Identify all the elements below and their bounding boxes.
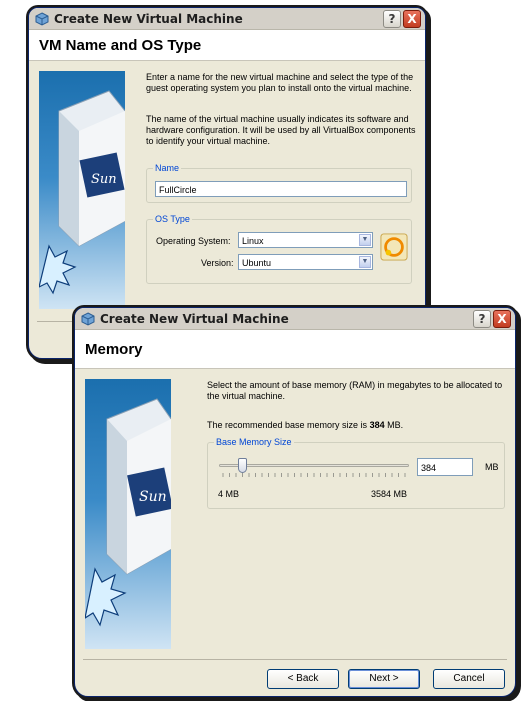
version-combobox[interactable]: Ubuntu ▼ [238, 254, 373, 270]
slider-max-label: 3584 MB [371, 489, 408, 499]
slider-min-label: 4 MB [218, 489, 240, 499]
virtualbox-cube-illustration: Sun [39, 90, 125, 295]
svg-text:Sun: Sun [91, 172, 117, 187]
help-button[interactable]: ? [473, 309, 491, 328]
memory-size-input[interactable]: 384 [417, 458, 473, 476]
page-title: Memory [85, 340, 143, 358]
recommend-value: 384 [369, 420, 385, 430]
recommended-memory-text: The recommended base memory size is 384 … [207, 420, 507, 431]
page-header: Memory [75, 330, 515, 369]
window-titlebar[interactable]: Create New Virtual Machine ? X [29, 8, 425, 30]
os-type-group-legend: OS Type [155, 214, 190, 224]
version-combobox-value: Ubuntu [242, 258, 272, 268]
os-type-group: OS Type [146, 214, 412, 284]
svg-text:Sun: Sun [139, 489, 167, 505]
base-memory-group-legend: Base Memory Size [216, 437, 292, 447]
recommend-prefix: The recommended base memory size is [207, 420, 368, 430]
page-title: VM Name and OS Type [39, 36, 202, 54]
virtualbox-cube-illustration: Sun [85, 398, 171, 627]
memory-window: Create New Virtual Machine ? X Memory Su… [74, 307, 516, 697]
intro-text: Select the amount of base memory (RAM) i… [207, 380, 503, 401]
virtualbox-icon [81, 311, 95, 326]
window-titlebar[interactable]: Create New Virtual Machine ? X [75, 308, 515, 330]
slider-ticks [222, 473, 406, 477]
os-label: Operating System: [156, 236, 231, 246]
wizard-side-image: Sun [85, 379, 171, 649]
window-title: Create New Virtual Machine [54, 11, 243, 26]
wizard-side-image: Sun [39, 71, 125, 309]
virtualbox-icon [35, 11, 49, 26]
chevron-down-icon[interactable]: ▼ [359, 256, 371, 268]
help-button[interactable]: ? [383, 9, 401, 28]
divider [83, 659, 507, 660]
next-button[interactable]: Next > [348, 669, 420, 689]
recommend-suffix: MB. [387, 420, 404, 430]
window-title: Create New Virtual Machine [100, 311, 289, 326]
os-combobox[interactable]: Linux ▼ [238, 232, 373, 248]
slider-thumb[interactable] [238, 458, 247, 473]
close-button[interactable]: X [403, 9, 421, 28]
memory-slider[interactable] [219, 458, 409, 484]
os-combobox-value: Linux [242, 236, 264, 246]
close-button[interactable]: X [493, 309, 511, 328]
page-header: VM Name and OS Type [29, 30, 425, 61]
back-button[interactable]: < Back [267, 669, 339, 689]
intro-text: Enter a name for the new virtual machine… [146, 72, 414, 93]
vm-name-input[interactable]: FullCircle [155, 181, 407, 197]
memory-unit-label: MB [485, 462, 499, 472]
cancel-button[interactable]: Cancel [433, 669, 505, 689]
linux-os-icon [380, 233, 408, 261]
chevron-down-icon[interactable]: ▼ [359, 234, 371, 246]
slider-track [219, 464, 409, 467]
note-text: The name of the virtual machine usually … [146, 114, 416, 146]
name-group-legend: Name [155, 163, 180, 173]
version-label: Version: [201, 258, 234, 268]
